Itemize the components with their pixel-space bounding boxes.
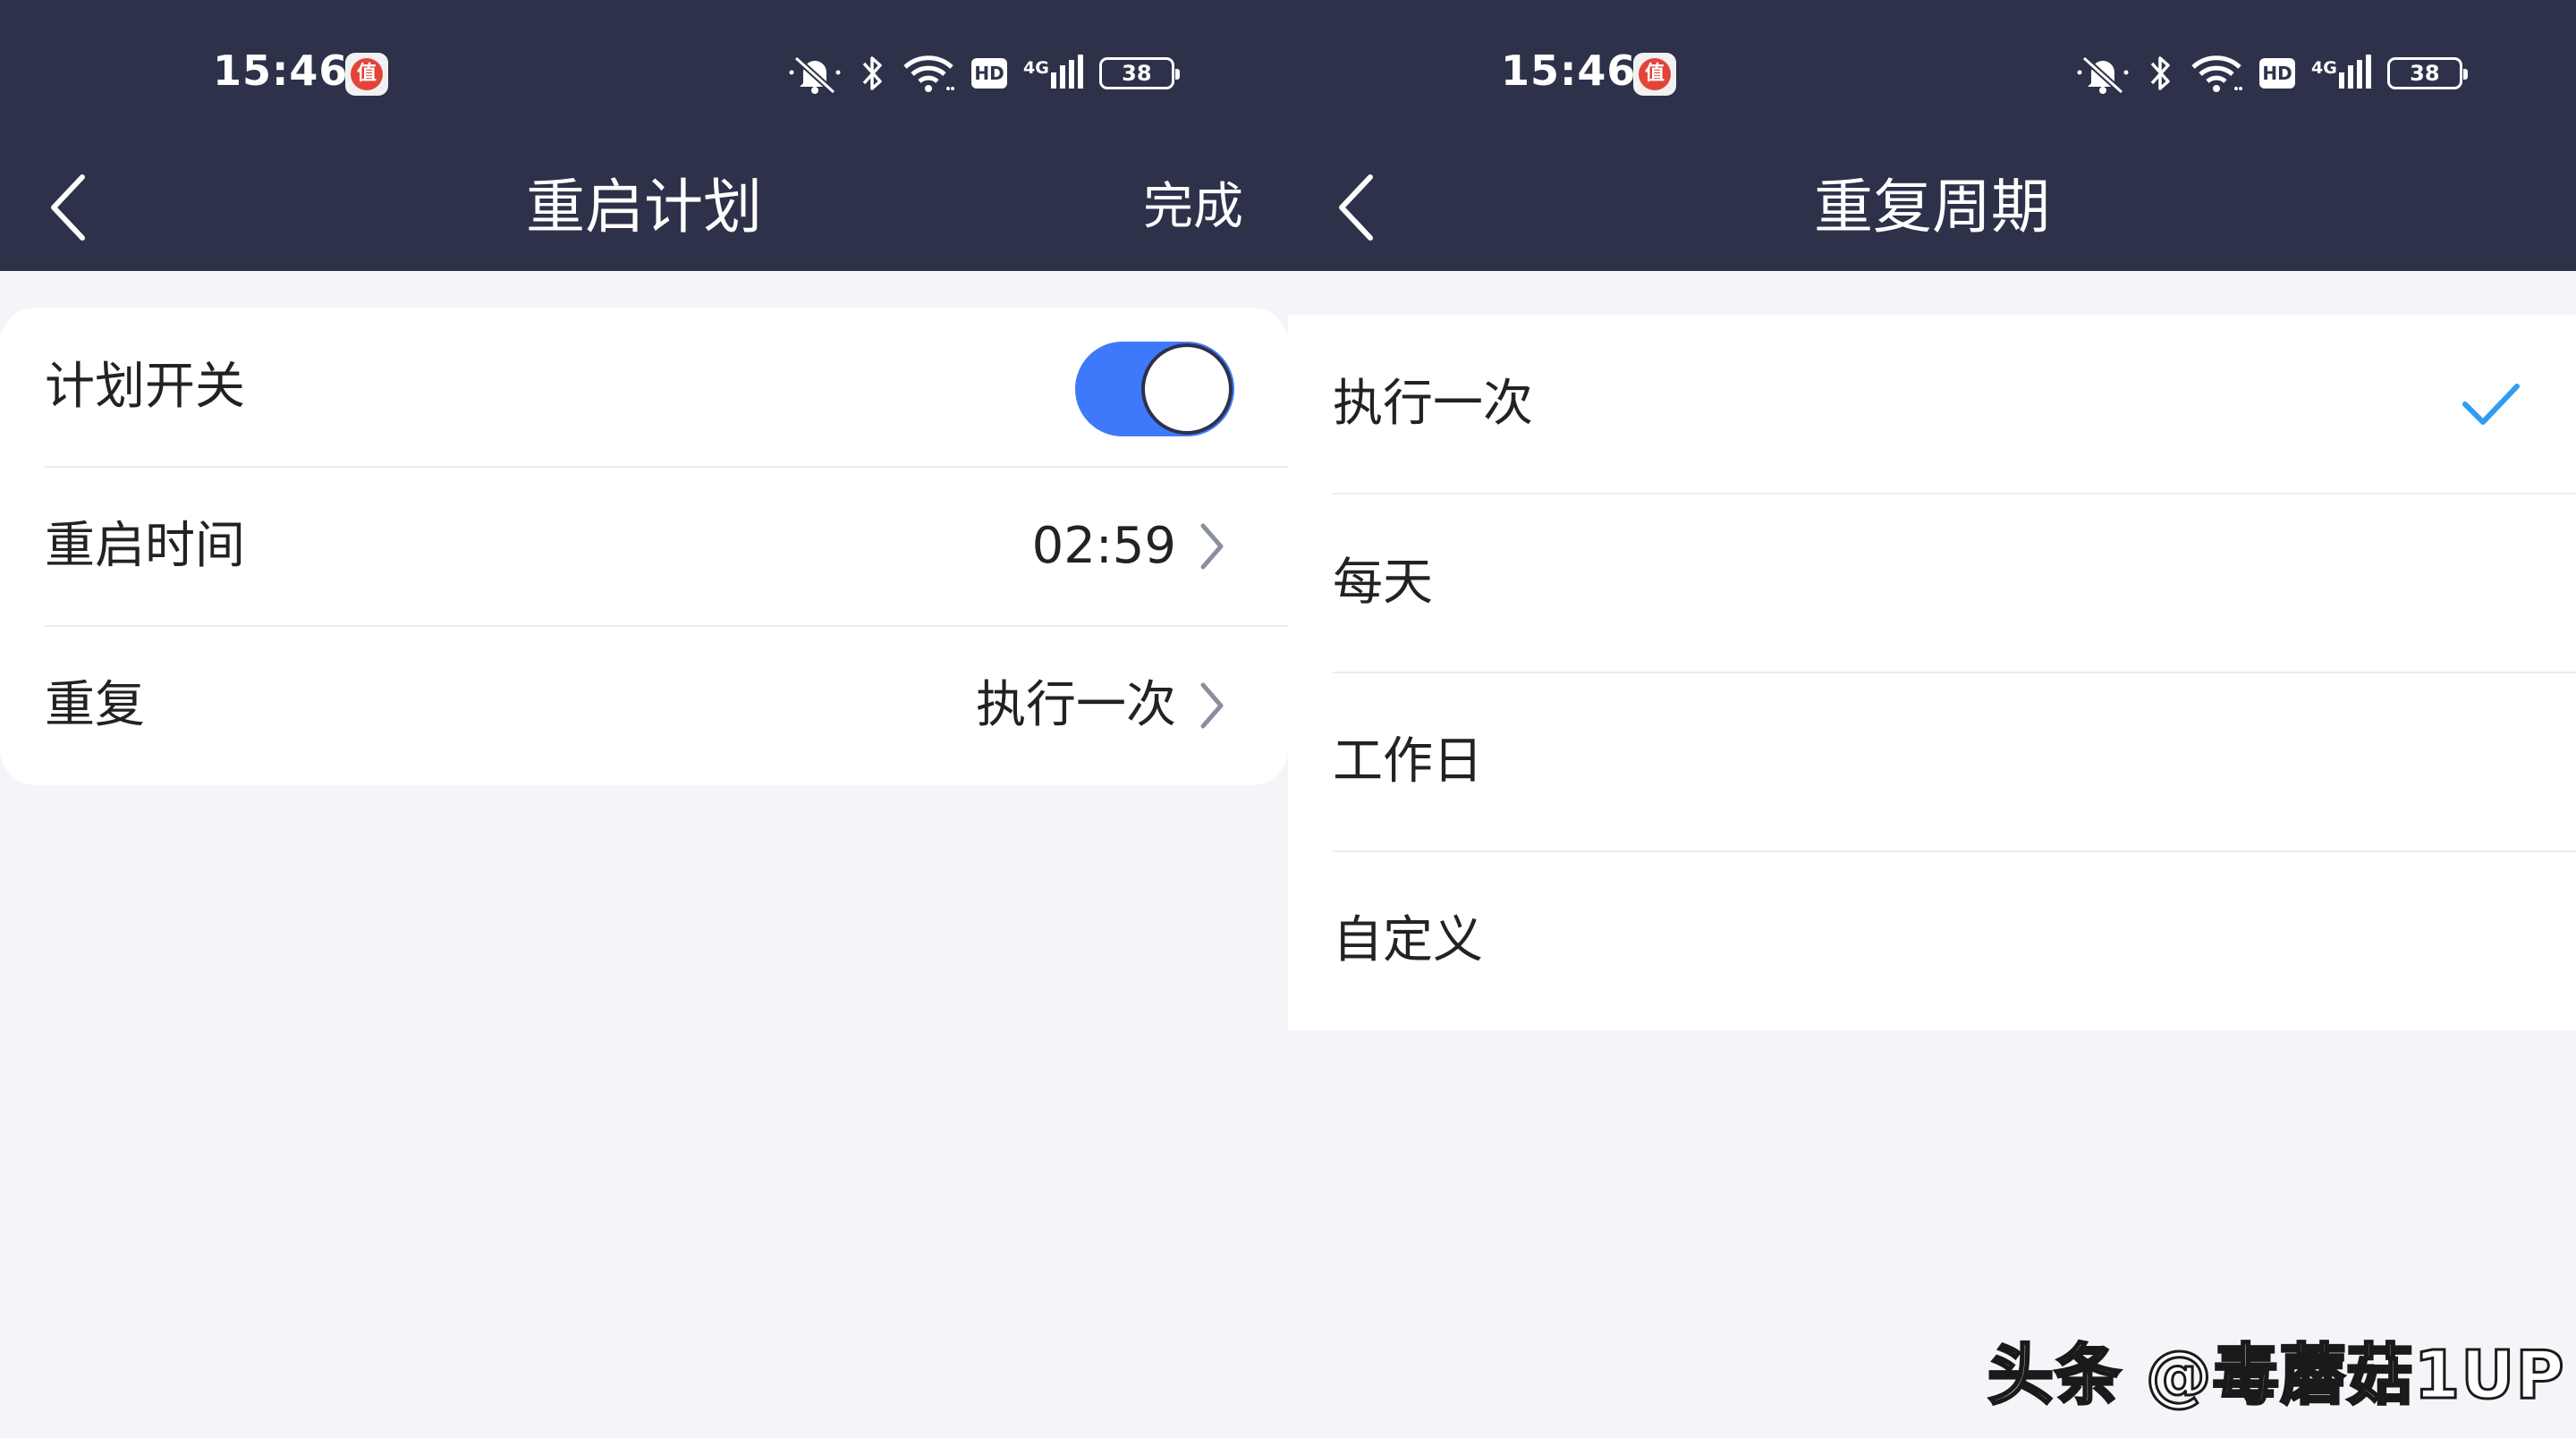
app-badge-label: 值 — [351, 58, 383, 90]
plan-switch-row[interactable]: 计划开关 — [45, 308, 1288, 467]
option-label: 工作日 — [1333, 732, 1483, 791]
option-custom[interactable]: 自定义 — [1333, 851, 2576, 1030]
option-workday[interactable]: 工作日 — [1333, 672, 2576, 851]
option-once[interactable]: 执行一次 — [1333, 315, 2576, 494]
wifi-icon — [2190, 53, 2243, 94]
network-type-label: 4G — [1023, 58, 1049, 78]
signal-icon: 4G — [2311, 53, 2371, 94]
repeat-options-list: 执行一次 每天 工作日 自定义 — [1288, 315, 2576, 1030]
mute-icon — [787, 53, 843, 94]
repeat-cycle-screen: 15:46 值 HD 4G 38 重复周期 执行一次 每天 工作日 自定义 — [1288, 0, 2576, 1438]
hd-icon: HD — [971, 58, 1007, 89]
restart-time-label: 重启时间 — [45, 517, 245, 575]
restart-plan-screen: 15:46 值 HD 4G 38 重启计划 完成 计划开关 重启时间 02:59… — [0, 0, 1288, 1438]
app-notification-icon: 值 — [345, 53, 388, 96]
navigation-bar: 重启计划 完成 — [0, 143, 1288, 271]
done-button[interactable]: 完成 — [1143, 163, 1243, 252]
plan-switch-label: 计划开关 — [45, 358, 245, 416]
repeat-label: 重复 — [45, 676, 145, 734]
status-time: 15:46 — [213, 47, 349, 95]
option-label: 每天 — [1333, 554, 1433, 612]
battery-icon: 38 — [1098, 57, 1180, 89]
status-icons: HD 4G 38 — [2075, 47, 2479, 100]
repeat-value: 执行一次 — [976, 676, 1176, 734]
navigation-bar: 重复周期 — [1288, 143, 2576, 271]
app-badge-label: 值 — [1639, 58, 1671, 90]
option-label: 自定义 — [1333, 911, 1483, 969]
chevron-right-icon — [1200, 523, 1224, 570]
network-type-label: 4G — [2311, 58, 2337, 78]
chevron-right-icon — [1200, 682, 1224, 729]
battery-icon: 38 — [2386, 57, 2468, 89]
toggle-knob — [1141, 343, 1233, 435]
bluetooth-icon — [2147, 53, 2174, 94]
page-title: 重复周期 — [1814, 173, 2050, 241]
bluetooth-icon — [859, 53, 886, 94]
signal-icon: 4G — [1023, 53, 1083, 94]
app-notification-icon: 值 — [1633, 53, 1676, 96]
option-label: 执行一次 — [1333, 375, 1533, 433]
restart-time-row[interactable]: 重启时间 02:59 — [45, 467, 1288, 626]
page-title: 重启计划 — [526, 173, 762, 241]
status-time: 15:46 — [1501, 47, 1637, 95]
option-daily[interactable]: 每天 — [1333, 494, 2576, 672]
wifi-icon — [902, 53, 955, 94]
restart-time-value: 02:59 — [1031, 517, 1176, 575]
status-bar: 15:46 值 HD 4G 38 — [1288, 0, 2576, 143]
status-bar: 15:46 值 HD 4G 38 — [0, 0, 1288, 143]
repeat-row[interactable]: 重复 执行一次 — [45, 626, 1288, 785]
watermark-text: 头条 @毒蘑菇1UP — [1987, 1336, 2566, 1416]
hd-icon: HD — [2259, 58, 2295, 89]
settings-card: 计划开关 重启时间 02:59 重复 执行一次 — [0, 308, 1288, 785]
status-icons: HD 4G 38 — [787, 47, 1191, 100]
checkmark-icon — [2462, 384, 2520, 425]
mute-icon — [2075, 53, 2131, 94]
plan-switch-toggle[interactable] — [1075, 342, 1234, 436]
